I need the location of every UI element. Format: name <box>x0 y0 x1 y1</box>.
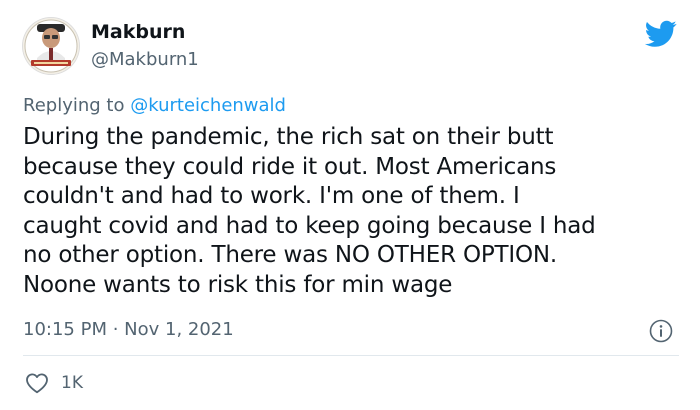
info-icon[interactable] <box>649 319 673 343</box>
author-handle[interactable]: @Makburn1 <box>91 49 199 70</box>
tweet-date: Nov 1, 2021 <box>124 319 234 340</box>
twitter-bird-icon[interactable] <box>645 20 677 48</box>
meta-separator: · <box>106 319 125 340</box>
tweet-text-line: caught covid and had to keep going becau… <box>23 212 596 239</box>
tweet-text-line: no other option. There was NO OTHER OPTI… <box>23 242 558 268</box>
tweet-timestamp[interactable]: 10:15 PM · Nov 1, 2021 <box>23 319 234 340</box>
tweet-text-line: because they could ride it out. Most Ame… <box>23 153 557 180</box>
tweet-time: 10:15 PM <box>23 319 107 340</box>
replying-to-prefix: Replying to <box>23 95 131 116</box>
tweet-text-line: couldn't and had to work. I'm one of the… <box>23 183 520 209</box>
tweet-text-line: During the pandemic, the rich sat on the… <box>23 124 554 150</box>
heart-icon[interactable] <box>25 372 49 394</box>
replying-to: Replying to @kurteichenwald <box>23 95 286 116</box>
divider <box>23 355 679 356</box>
tweet-text: During the pandemic, the rich sat on the… <box>23 123 683 300</box>
tweet-card: Makburn @Makburn1 Replying to @kurteiche… <box>0 0 700 410</box>
like-count: 1K <box>61 373 83 393</box>
reply-mention-link[interactable]: @kurteichenwald <box>130 95 286 116</box>
author-display-name[interactable]: Makburn <box>91 21 185 43</box>
avatar-image <box>23 18 79 74</box>
tweet-text-line: Noone wants to risk this for min wage <box>23 271 453 298</box>
avatar[interactable] <box>23 18 79 74</box>
